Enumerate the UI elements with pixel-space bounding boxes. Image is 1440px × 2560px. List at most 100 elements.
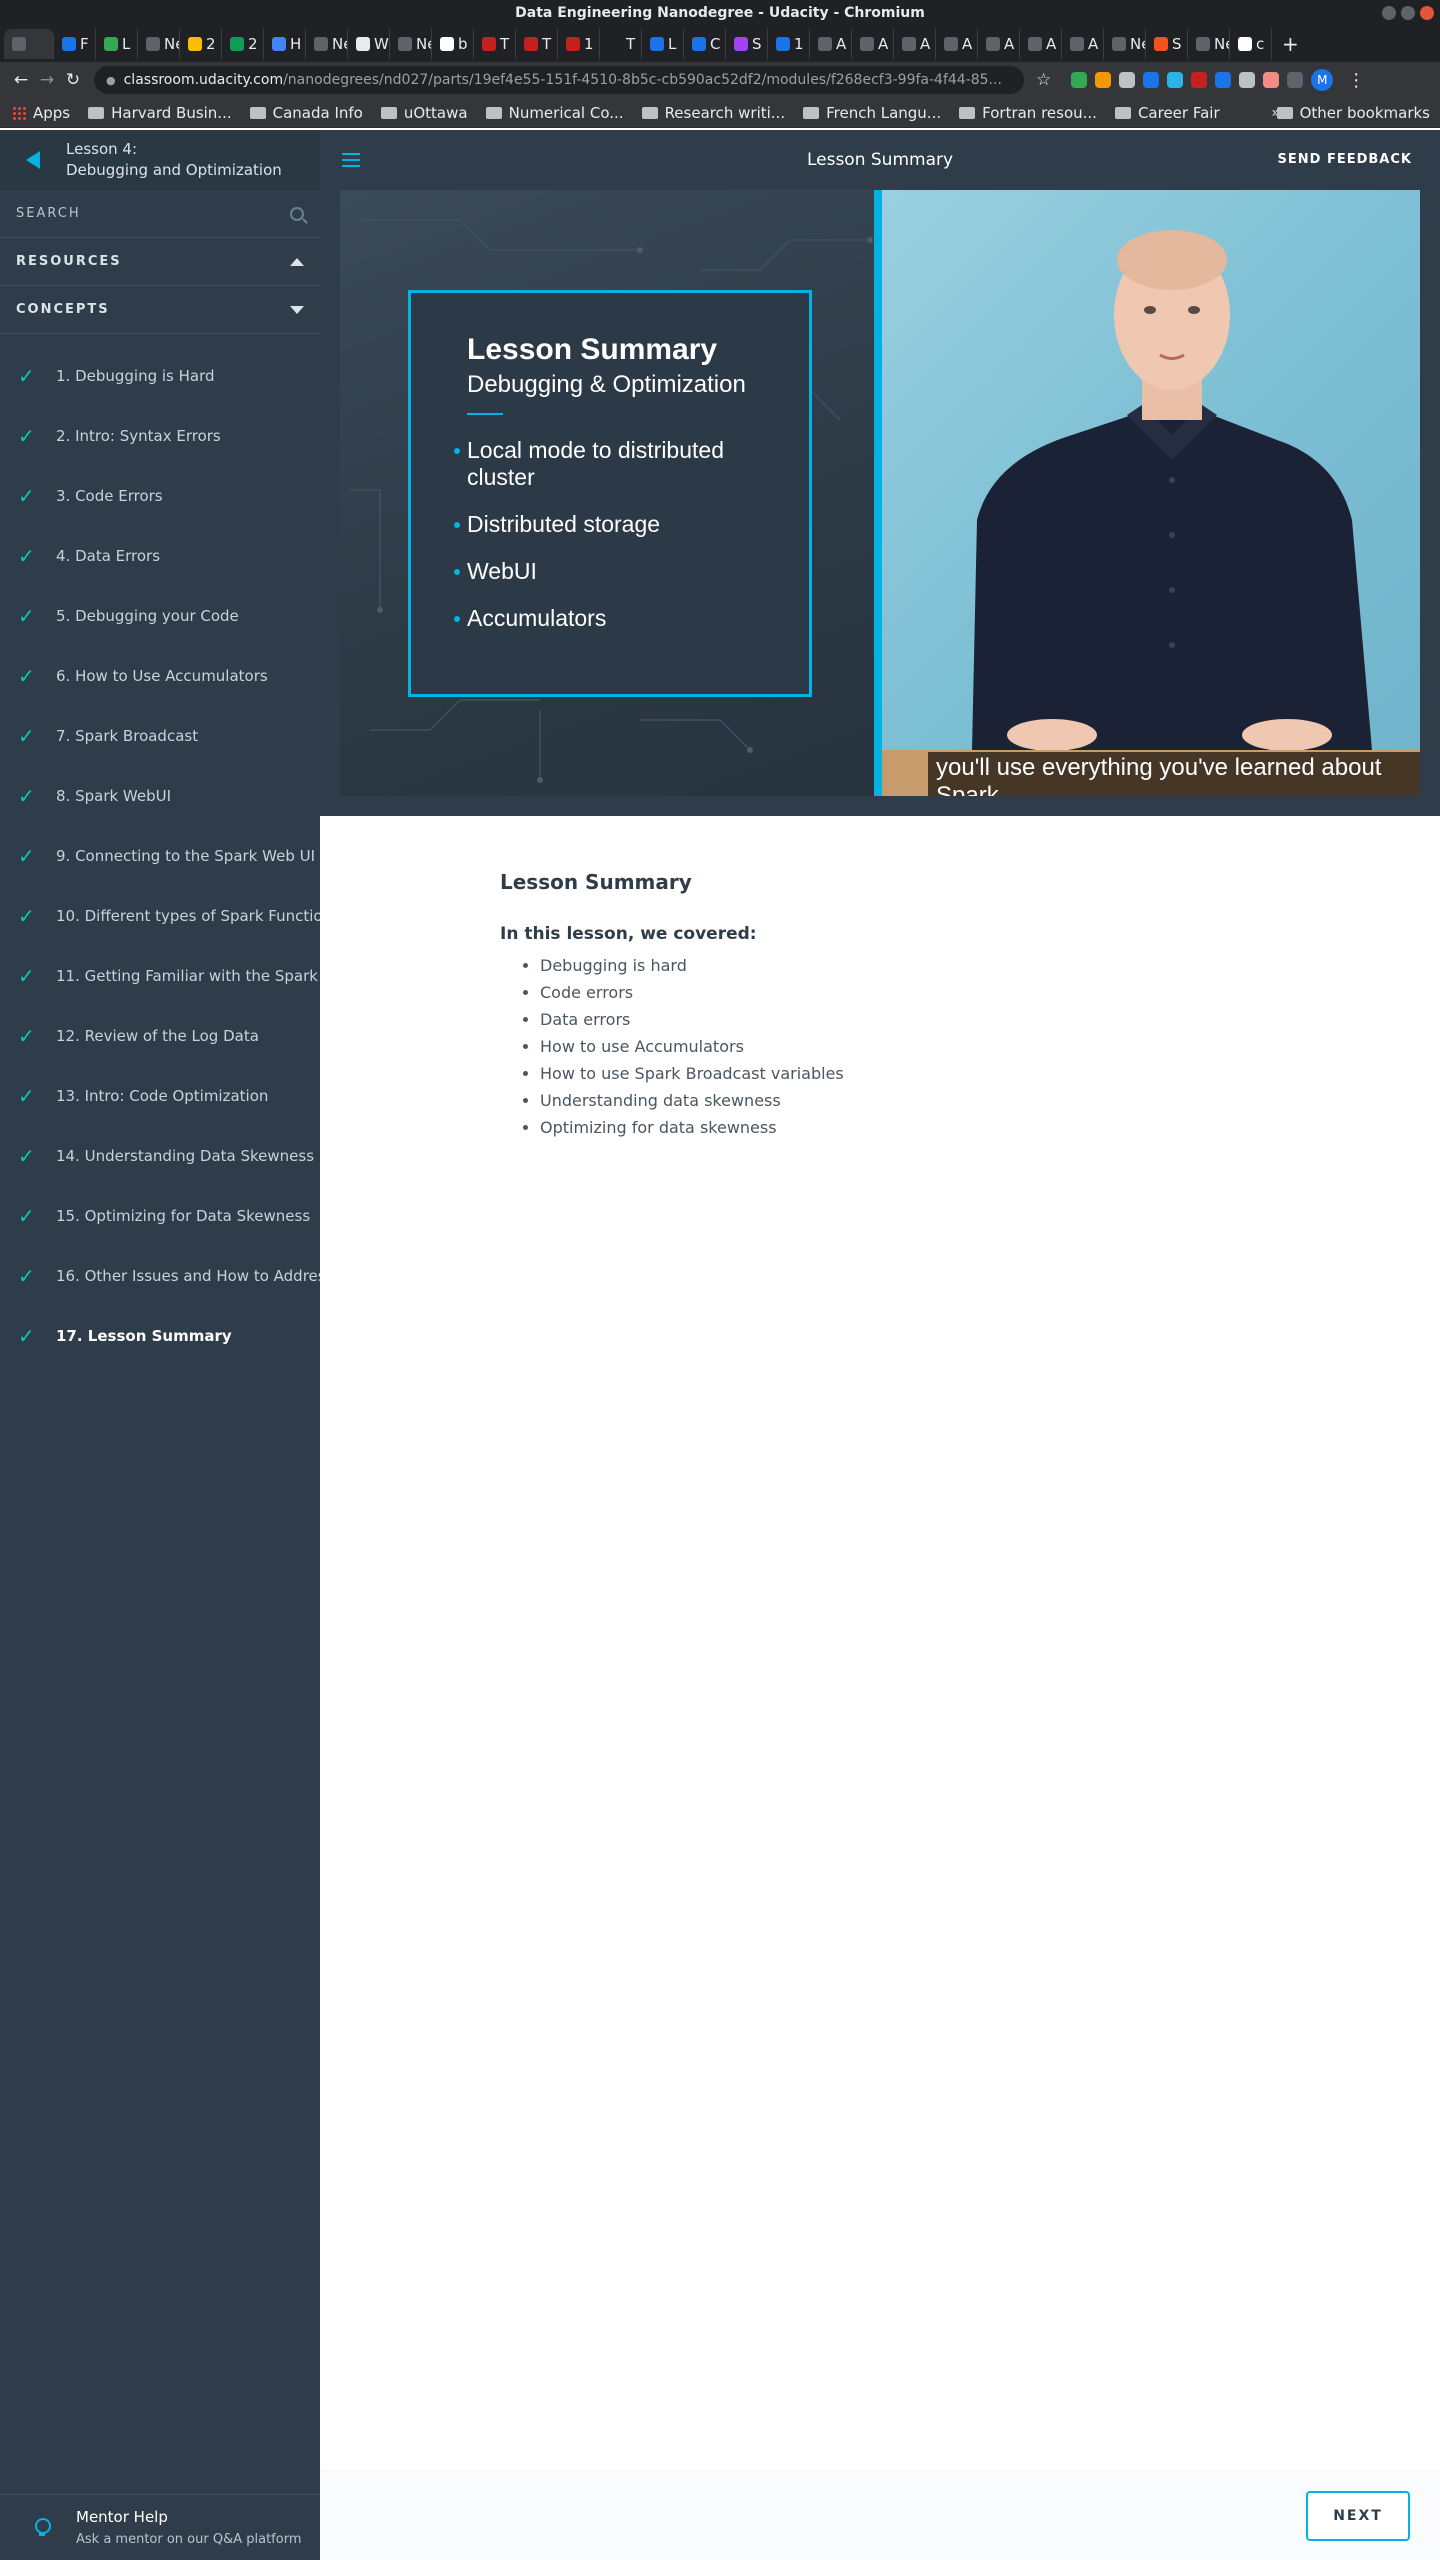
extension-icon[interactable] [1119, 72, 1136, 88]
sidebar-concept-item[interactable]: ✓ 4. Data Errors [0, 526, 320, 586]
mentor-help[interactable]: Mentor Help Ask a mentor on our Q&A plat… [0, 2494, 320, 2560]
concepts-toggle[interactable]: CONCEPTS [0, 286, 320, 334]
browser-tab[interactable]: 2 [222, 29, 264, 59]
send-feedback-button[interactable]: SEND FEEDBACK [1278, 130, 1412, 190]
sidebar-concept-item[interactable]: ✓ 5. Debugging your Code [0, 586, 320, 646]
extension-icon[interactable] [1287, 72, 1304, 88]
sidebar-concept-item[interactable]: ✓ 2. Intro: Syntax Errors [0, 406, 320, 466]
browser-tab[interactable]: A [894, 29, 936, 59]
browser-tab[interactable]: A [1062, 29, 1104, 59]
bookmark-item[interactable]: Harvard Busin... [88, 104, 232, 122]
resources-toggle[interactable]: RESOURCES [0, 238, 320, 286]
browser-tab[interactable]: 1 [558, 29, 600, 59]
browser-tab[interactable]: T [474, 29, 516, 59]
browser-tab[interactable]: A [978, 29, 1020, 59]
bookmark-item[interactable]: French Langu... [803, 104, 941, 122]
bookmark-item[interactable]: Numerical Co... [485, 104, 624, 122]
sidebar-concept-item[interactable]: ✓ 16. Other Issues and How to Addres... [0, 1246, 320, 1306]
sidebar-concept-item[interactable]: ✓ 3. Code Errors [0, 466, 320, 526]
content-topbar: Lesson Summary SEND FEEDBACK [320, 130, 1440, 190]
browser-tab[interactable]: W [348, 29, 390, 59]
bookmark-item[interactable]: uOttawa [380, 104, 468, 122]
browser-tab[interactable]: New [1188, 29, 1230, 59]
browser-menu-icon[interactable]: ⋮ [1347, 70, 1365, 91]
sidebar-concept-item[interactable]: ✓ 14. Understanding Data Skewness [0, 1126, 320, 1186]
browser-tab[interactable]: S [726, 29, 768, 59]
covered-topics-list: Debugging is hardCode errorsData errorsH… [500, 952, 1100, 1141]
search-icon[interactable] [290, 206, 304, 221]
browser-tab[interactable]: A [852, 29, 894, 59]
other-bookmarks[interactable]: Other bookmarks [1276, 98, 1430, 128]
folder-icon [88, 106, 105, 119]
browser-tab[interactable]: b [432, 29, 474, 59]
sidebar-concept-item[interactable]: ✓ 6. How to Use Accumulators [0, 646, 320, 706]
browser-tab[interactable]: T [600, 29, 642, 59]
browser-tab[interactable]: 2 [180, 29, 222, 59]
folder-icon [1276, 107, 1293, 119]
address-bar[interactable]: ● classroom.udacity.com /nanodegrees/nd0… [94, 66, 1024, 94]
lock-icon: ● [106, 73, 116, 87]
concept-label: 16. Other Issues and How to Addres... [56, 1267, 320, 1285]
bookmark-item[interactable]: Canada Info [249, 104, 363, 122]
browser-tab[interactable]: F [54, 29, 96, 59]
sidebar-concept-item[interactable]: ✓ 11. Getting Familiar with the Spark UI [0, 946, 320, 1006]
browser-tab[interactable]: New [390, 29, 432, 59]
browser-tab[interactable]: A [810, 29, 852, 59]
bookmark-item[interactable]: Fortran resou... [959, 104, 1097, 122]
profile-avatar[interactable]: M [1311, 69, 1334, 91]
concept-label: 2. Intro: Syntax Errors [56, 427, 221, 445]
sidebar-concept-item[interactable]: ✓ 12. Review of the Log Data [0, 1006, 320, 1066]
next-button[interactable]: NEXT [1306, 2491, 1410, 2541]
close-window-button[interactable] [1420, 6, 1434, 20]
extension-icon[interactable] [1143, 72, 1160, 88]
browser-tab[interactable]: L [642, 29, 684, 59]
sidebar-concept-item[interactable]: ✓ 17. Lesson Summary [0, 1306, 320, 1366]
browser-tab[interactable]: c [1230, 29, 1272, 59]
reload-icon[interactable]: ↻ [60, 70, 86, 90]
bookmark-item[interactable]: Research writi... [641, 104, 785, 122]
bookmark-item[interactable]: Career Fair [1114, 104, 1220, 122]
extension-icon[interactable] [1263, 72, 1280, 88]
forward-icon[interactable]: → [34, 70, 60, 90]
lesson-header[interactable]: Lesson 4: Debugging and Optimization [0, 130, 320, 190]
checkmark-icon: ✓ [18, 844, 35, 868]
new-tab-icon[interactable]: + [1282, 32, 1299, 56]
apps-shortcut[interactable]: Apps [12, 104, 70, 122]
video-player[interactable]: Lesson Summary Debugging & Optimization … [340, 190, 1420, 796]
browser-tab[interactable]: S [1146, 29, 1188, 59]
minimize-button[interactable] [1382, 6, 1396, 20]
browser-tab[interactable]: New [138, 29, 180, 59]
browser-tab[interactable]: L [96, 29, 138, 59]
extension-icon[interactable] [1095, 72, 1112, 88]
extension-icon[interactable] [1239, 72, 1256, 88]
sidebar-concept-item[interactable]: ✓ 15. Optimizing for Data Skewness [0, 1186, 320, 1246]
sidebar-concept-item[interactable]: ✓ 1. Debugging is Hard [0, 346, 320, 406]
extension-icon[interactable] [1167, 72, 1184, 88]
sidebar-concept-item[interactable]: ✓ 8. Spark WebUI [0, 766, 320, 826]
extension-icon[interactable] [1215, 72, 1232, 88]
browser-tab[interactable]: T [516, 29, 558, 59]
browser-tab[interactable]: C [684, 29, 726, 59]
maximize-button[interactable] [1401, 6, 1415, 20]
bookmark-star-icon[interactable]: ☆ [1036, 70, 1051, 90]
extension-icon[interactable] [1071, 72, 1088, 88]
browser-tab[interactable] [4, 29, 54, 59]
browser-tab[interactable]: H [264, 29, 306, 59]
sidebar-concept-item[interactable]: ✓ 10. Different types of Spark Functions [0, 886, 320, 946]
back-arrow-icon[interactable] [26, 151, 40, 169]
back-icon[interactable]: ← [8, 70, 34, 90]
browser-tab[interactable]: New [1104, 29, 1146, 59]
sidebar-search[interactable]: SEARCH [0, 190, 320, 238]
browser-tab[interactable]: A [936, 29, 978, 59]
sidebar-concept-item[interactable]: ✓ 13. Intro: Code Optimization [0, 1066, 320, 1126]
hamburger-menu-icon[interactable] [342, 153, 360, 167]
tab-favicon-icon [104, 37, 118, 51]
sidebar-concept-item[interactable]: ✓ 9. Connecting to the Spark Web UI [0, 826, 320, 886]
sidebar-concept-item[interactable]: ✓ 7. Spark Broadcast [0, 706, 320, 766]
browser-tab[interactable]: New [306, 29, 348, 59]
browser-tab[interactable]: 1 [768, 29, 810, 59]
extension-icon[interactable] [1191, 72, 1208, 88]
tab-favicon-icon [482, 37, 496, 51]
checkmark-icon: ✓ [18, 1084, 35, 1108]
browser-tab[interactable]: A [1020, 29, 1062, 59]
